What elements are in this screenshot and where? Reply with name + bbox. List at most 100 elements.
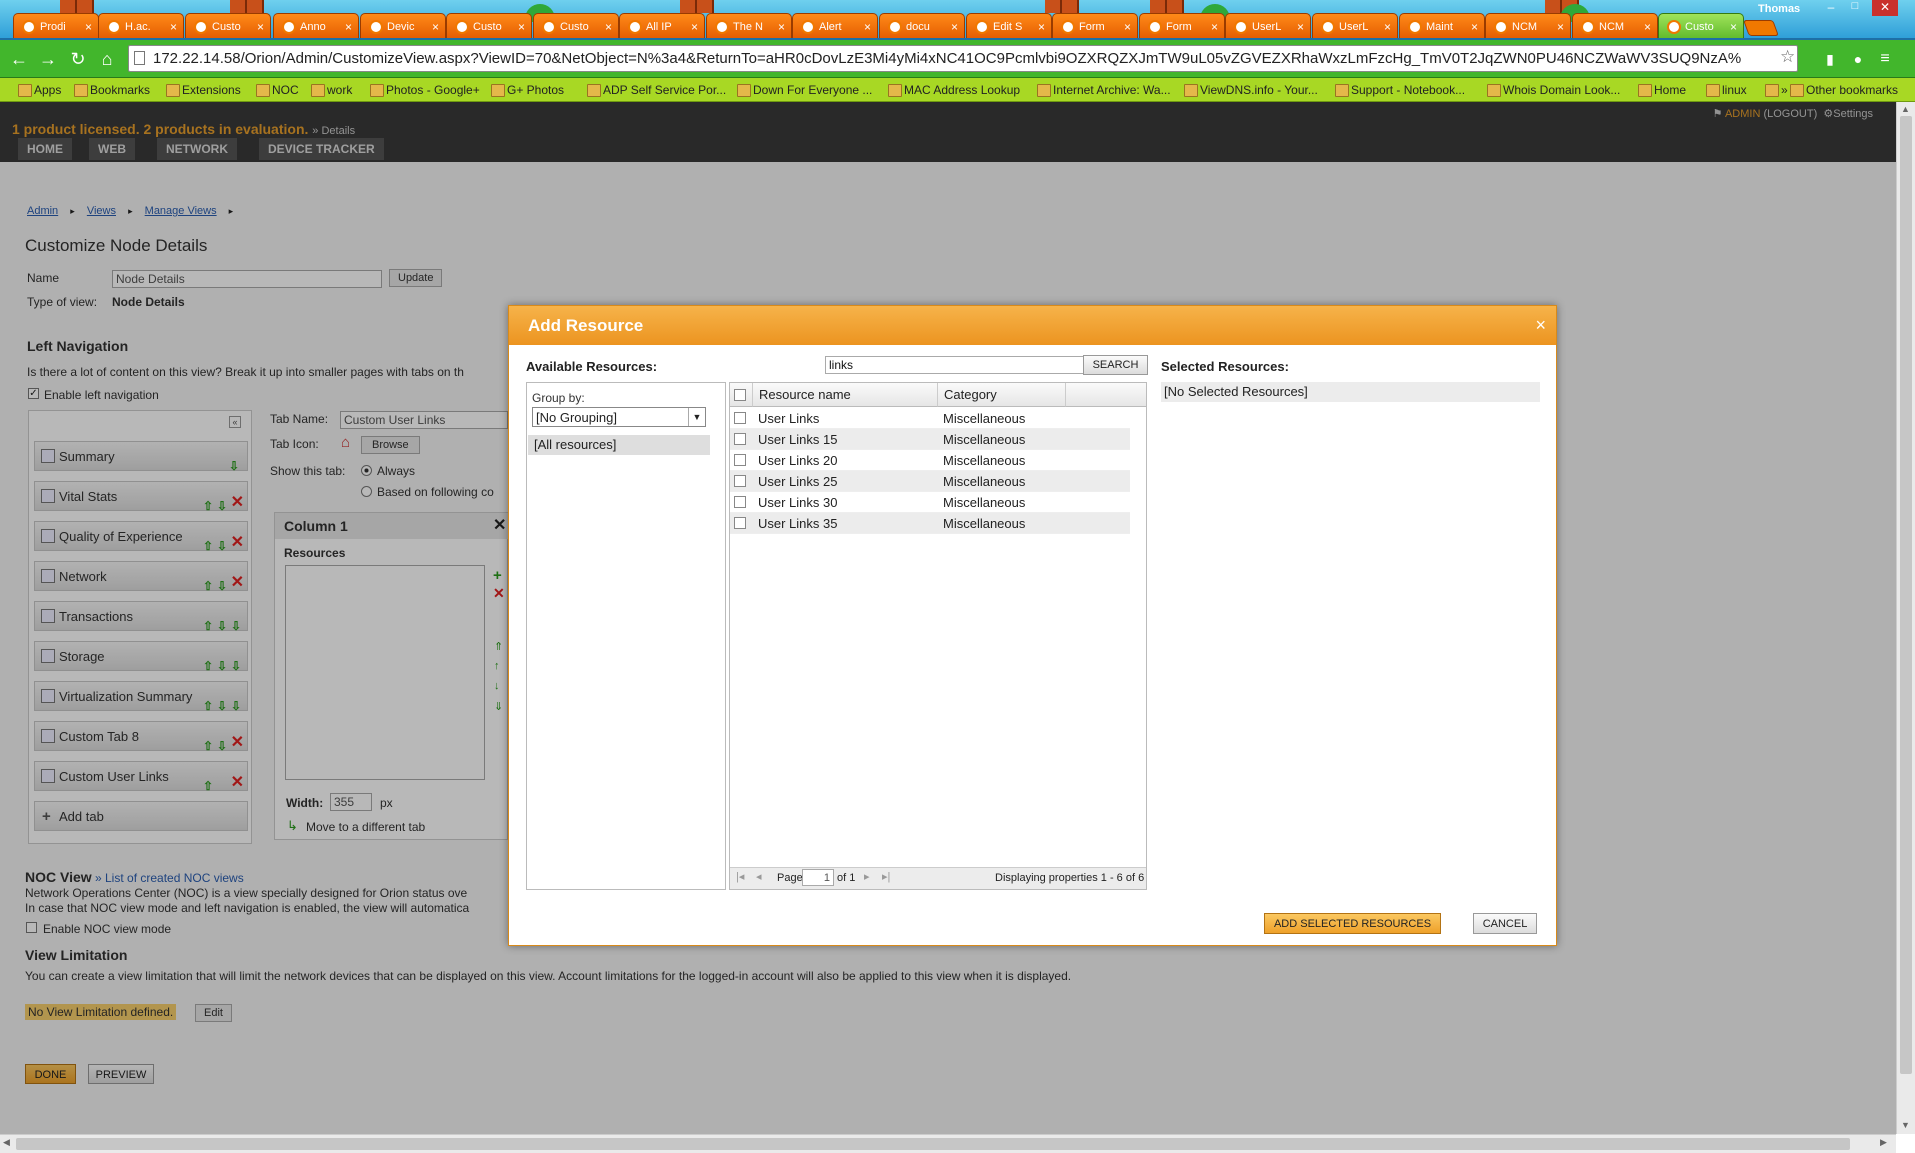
browser-tab[interactable]: Maint × (1399, 13, 1485, 38)
browser-tab[interactable]: UserL × (1312, 13, 1398, 38)
bookmark-item[interactable]: Bookmarks (74, 81, 150, 99)
browser-tab[interactable]: docu × (879, 13, 965, 38)
browser-tab[interactable]: Alert × (792, 13, 878, 38)
table-row[interactable]: User Links 30 Miscellaneous (730, 492, 1130, 513)
row-checkbox[interactable] (734, 454, 746, 466)
bookmark-item[interactable]: linux (1706, 81, 1747, 99)
browser-tab[interactable]: Form × (1139, 13, 1225, 38)
browser-tab[interactable]: NCM × (1485, 13, 1571, 38)
tab-close-icon[interactable]: × (1038, 14, 1045, 38)
tab-close-icon[interactable]: × (257, 14, 264, 38)
tab-close-icon[interactable]: × (1211, 14, 1218, 38)
bookmark-item[interactable]: NOC (256, 81, 299, 99)
tab-close-icon[interactable]: × (864, 14, 871, 38)
tab-close-icon[interactable]: × (1730, 14, 1737, 38)
selected-resources-list[interactable]: [No Selected Resources] (1161, 382, 1540, 402)
bookmark-item[interactable]: Whois Domain Look... (1487, 81, 1620, 99)
browser-tab[interactable]: Prodi × (13, 13, 99, 38)
tab-close-icon[interactable]: × (1644, 14, 1651, 38)
browser-tab[interactable]: Custo × (185, 13, 271, 38)
group-by-select[interactable]: [No Grouping] ▼ (532, 407, 706, 427)
tab-close-icon[interactable]: × (432, 14, 439, 38)
hangouts-icon[interactable]: ● (1847, 48, 1869, 70)
row-checkbox[interactable] (734, 412, 746, 424)
scroll-down-icon[interactable]: ▼ (1901, 1120, 1910, 1130)
bookmark-item[interactable]: Apps (18, 81, 61, 99)
tab-close-icon[interactable]: × (345, 14, 352, 38)
bookmark-item[interactable]: ADP Self Service Por... (587, 81, 726, 99)
prev-page-icon[interactable]: ◂ (756, 870, 762, 883)
tab-close-icon[interactable]: × (951, 14, 958, 38)
browser-tab[interactable]: UserL × (1225, 13, 1311, 38)
resource-search-input[interactable]: links (825, 356, 1087, 374)
next-page-icon[interactable]: ▸ (864, 870, 870, 883)
bookmark-item[interactable]: ViewDNS.info - Your... (1184, 81, 1318, 99)
scroll-left-icon[interactable]: ◀ (3, 1137, 10, 1148)
home-icon[interactable]: ⌂ (96, 48, 118, 70)
browser-tab[interactable]: H.ac. × (98, 13, 184, 38)
bookmark-item[interactable]: Down For Everyone ... (737, 81, 872, 99)
tab-close-icon[interactable]: × (1471, 14, 1478, 38)
scroll-right-icon[interactable]: ▶ (1880, 1137, 1887, 1148)
row-checkbox[interactable] (734, 517, 746, 529)
browser-tab[interactable]: Devic × (360, 13, 446, 38)
tab-close-icon[interactable]: × (1124, 14, 1131, 38)
bookmark-item[interactable]: Photos - Google+ (370, 81, 480, 99)
vertical-scrollbar[interactable]: ▲ ▼ (1896, 102, 1915, 1134)
browser-tab[interactable]: Edit S × (966, 13, 1052, 38)
table-row[interactable]: User Links 20 Miscellaneous (730, 450, 1130, 471)
address-bar[interactable]: 172.22.14.58/Orion/Admin/CustomizeView.a… (128, 45, 1798, 72)
browser-tab[interactable]: Custo × (533, 13, 619, 38)
browser-tab[interactable]: All IP × (619, 13, 705, 38)
bookmark-item[interactable]: Other bookmarks (1790, 81, 1898, 99)
horizontal-scrollbar[interactable]: ◀ ▶ (0, 1134, 1896, 1153)
tab-close-icon[interactable]: × (1557, 14, 1564, 38)
browser-tab[interactable]: NCM × (1572, 13, 1658, 38)
tab-close-icon[interactable]: × (1297, 14, 1304, 38)
row-checkbox[interactable] (734, 496, 746, 508)
page-number-input[interactable]: 1 (802, 869, 834, 886)
search-button[interactable]: SEARCH (1083, 355, 1148, 375)
bookmark-item[interactable]: work (311, 81, 352, 99)
back-icon[interactable]: ← (8, 48, 30, 70)
row-checkbox[interactable] (734, 475, 746, 487)
all-resources-item[interactable]: [All resources] (528, 435, 710, 455)
bookmark-item[interactable]: Extensions (166, 81, 241, 99)
browser-tab[interactable]: Anno × (273, 13, 359, 38)
extension-icon[interactable]: ▮ (1819, 48, 1841, 70)
vertical-scroll-thumb[interactable] (1900, 116, 1912, 1074)
browser-tab[interactable]: Custo × (1658, 13, 1744, 38)
close-window-button[interactable]: ✕ (1872, 0, 1898, 16)
bookmark-star-icon[interactable]: ☆ (1780, 47, 1795, 67)
bookmark-item[interactable]: Internet Archive: Wa... (1037, 81, 1171, 99)
bookmark-item[interactable]: Home (1638, 81, 1686, 99)
profile-name[interactable]: Thomas (1758, 3, 1800, 15)
tab-close-icon[interactable]: × (85, 14, 92, 38)
tab-close-icon[interactable]: × (518, 14, 525, 38)
tab-close-icon[interactable]: × (1384, 14, 1391, 38)
table-row[interactable]: User Links 15 Miscellaneous (730, 429, 1130, 450)
add-selected-resources-button[interactable]: ADD SELECTED RESOURCES (1264, 913, 1441, 934)
table-row[interactable]: User Links 25 Miscellaneous (730, 471, 1130, 492)
cancel-button[interactable]: CANCEL (1473, 913, 1537, 934)
maximize-window-button[interactable]: □ (1846, 0, 1864, 16)
tab-close-icon[interactable]: × (170, 14, 177, 38)
tab-close-icon[interactable]: × (778, 14, 785, 38)
tab-close-icon[interactable]: × (691, 14, 698, 38)
browser-tab[interactable]: Form × (1052, 13, 1138, 38)
menu-icon[interactable]: ≡ (1874, 48, 1896, 70)
bookmark-item[interactable]: G+ Photos (491, 81, 564, 99)
last-page-icon[interactable]: ▸| (882, 870, 890, 883)
select-all-checkbox[interactable] (734, 389, 746, 401)
bookmark-item[interactable]: » (1765, 81, 1788, 99)
reload-icon[interactable]: ↻ (67, 48, 89, 70)
bookmark-item[interactable]: Support - Notebook... (1335, 81, 1465, 99)
minimize-window-button[interactable]: – (1822, 0, 1840, 16)
table-row[interactable]: User Links Miscellaneous (730, 408, 1130, 429)
browser-tab[interactable]: The N × (706, 13, 792, 38)
forward-icon[interactable]: → (37, 48, 59, 70)
first-page-icon[interactable]: |◂ (736, 870, 744, 883)
browser-tab[interactable]: Custo × (446, 13, 532, 38)
new-tab-button[interactable] (1743, 20, 1779, 36)
horizontal-scroll-thumb[interactable] (16, 1138, 1850, 1150)
